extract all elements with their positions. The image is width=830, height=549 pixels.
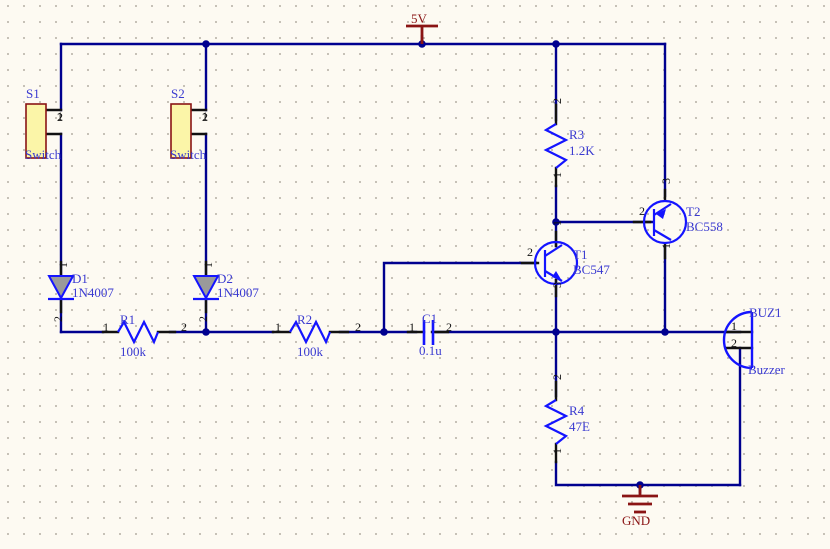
pin-leads xyxy=(43,103,754,464)
transistor-t1-pin-2: 2 xyxy=(527,245,533,259)
resistor-r2-value: 100k xyxy=(297,344,323,359)
diode-d2-pin-2: 2 xyxy=(196,316,210,322)
diode-d2-ref: D2 xyxy=(217,271,233,286)
schematic-drawing xyxy=(25,24,754,514)
switch-s1-ref: S1 xyxy=(26,86,40,101)
transistor-t2-pin-2: 2 xyxy=(639,204,645,218)
transistor-t1-pin-3: 3 xyxy=(550,282,564,288)
resistor-r1-value: 100k xyxy=(120,344,146,359)
diode-d1-value: 1N4007 xyxy=(72,285,114,300)
transistor-t1-value: BC547 xyxy=(573,262,610,277)
transistor-t1-symbol[interactable] xyxy=(533,240,579,286)
resistor-r4-value: 47E xyxy=(569,419,590,434)
resistor-r1-ref: R1 xyxy=(120,312,136,327)
switch-s1-pin-2: 2 xyxy=(57,110,63,124)
transistor-t2-ref: T2 xyxy=(686,204,701,219)
gnd-label: GND xyxy=(622,513,651,528)
diode-d2-value: 1N4007 xyxy=(217,285,259,300)
capacitor-c1-pin-1: 1 xyxy=(409,320,415,334)
resistor-r4-pin-1: 1 xyxy=(550,448,564,454)
switch-s2-pin-2: 2 xyxy=(202,110,208,124)
junction-s2-vcc xyxy=(202,40,210,48)
transistor-t1-pin-1: 1 xyxy=(550,220,564,226)
diode-d1-pin-1: 1 xyxy=(56,262,70,268)
resistor-r2-pin-2: 2 xyxy=(355,320,361,334)
junction-t1e-rail xyxy=(552,328,560,336)
capacitor-c1-pin-2: 2 xyxy=(446,320,452,334)
wire-network xyxy=(59,34,742,494)
junction-c1-base xyxy=(380,328,388,336)
junction-d2-r1r2 xyxy=(202,328,210,336)
diode-d1-symbol[interactable] xyxy=(47,275,75,301)
switch-s2-ref: S2 xyxy=(171,86,185,101)
capacitor-c1-value: 0.1u xyxy=(419,343,442,358)
resistor-r2-pin-1: 1 xyxy=(275,320,281,334)
buzzer-buz1-ref: BUZ1 xyxy=(749,305,782,320)
junction-r3-vcc xyxy=(552,40,560,48)
resistor-r2-ref: R2 xyxy=(297,312,313,327)
resistor-r3-pin-1: 1 xyxy=(550,172,564,178)
vcc-symbol xyxy=(406,24,438,44)
vcc-label: 5V xyxy=(411,11,427,26)
buzzer-buz1-pin-1: 1 xyxy=(731,319,737,333)
buzzer-buz1-value: Buzzer xyxy=(748,362,785,377)
resistor-r4-symbol[interactable] xyxy=(543,399,569,445)
wire-base-t1-feed xyxy=(382,261,538,334)
resistor-r3-symbol[interactable] xyxy=(543,123,569,169)
transistor-t2-pin-1: 1 xyxy=(659,243,673,249)
buzzer-buz1-pin-2: 2 xyxy=(731,336,737,350)
transistor-t1-ref: T1 xyxy=(573,247,588,262)
diode-d2-pin-1: 1 xyxy=(201,262,215,268)
junction-t2c-rail xyxy=(661,328,669,336)
resistor-r4-pin-2: 2 xyxy=(550,374,564,380)
resistor-r3-ref: R3 xyxy=(569,127,585,142)
switch-s2-value: Switch xyxy=(170,147,207,162)
wire-r4-to-gnd xyxy=(554,460,742,487)
diode-d2-symbol[interactable] xyxy=(192,275,220,301)
diode-d1-pin-2: 2 xyxy=(51,316,65,322)
resistor-r1-pin-1: 1 xyxy=(103,320,109,334)
schematic-canvas[interactable]: 5V GND S1 Switch 1 2 S2 Switch 1 2 D1 1N… xyxy=(0,0,830,549)
buzzer-buz1-symbol[interactable] xyxy=(722,310,754,370)
diode-d1-ref: D1 xyxy=(72,271,88,286)
switch-s1-value: Switch xyxy=(25,147,62,162)
resistor-r3-pin-2: 2 xyxy=(550,98,564,104)
transistor-t2-value: BC558 xyxy=(686,219,723,234)
resistor-r4-ref: R4 xyxy=(569,403,585,418)
resistor-r1-pin-2: 2 xyxy=(181,320,187,334)
resistor-r3-value: 1.2K xyxy=(569,143,595,158)
gnd-symbol xyxy=(622,485,658,514)
transistor-t2-pin-3: 3 xyxy=(659,178,673,184)
capacitor-c1-ref: C1 xyxy=(422,311,438,326)
